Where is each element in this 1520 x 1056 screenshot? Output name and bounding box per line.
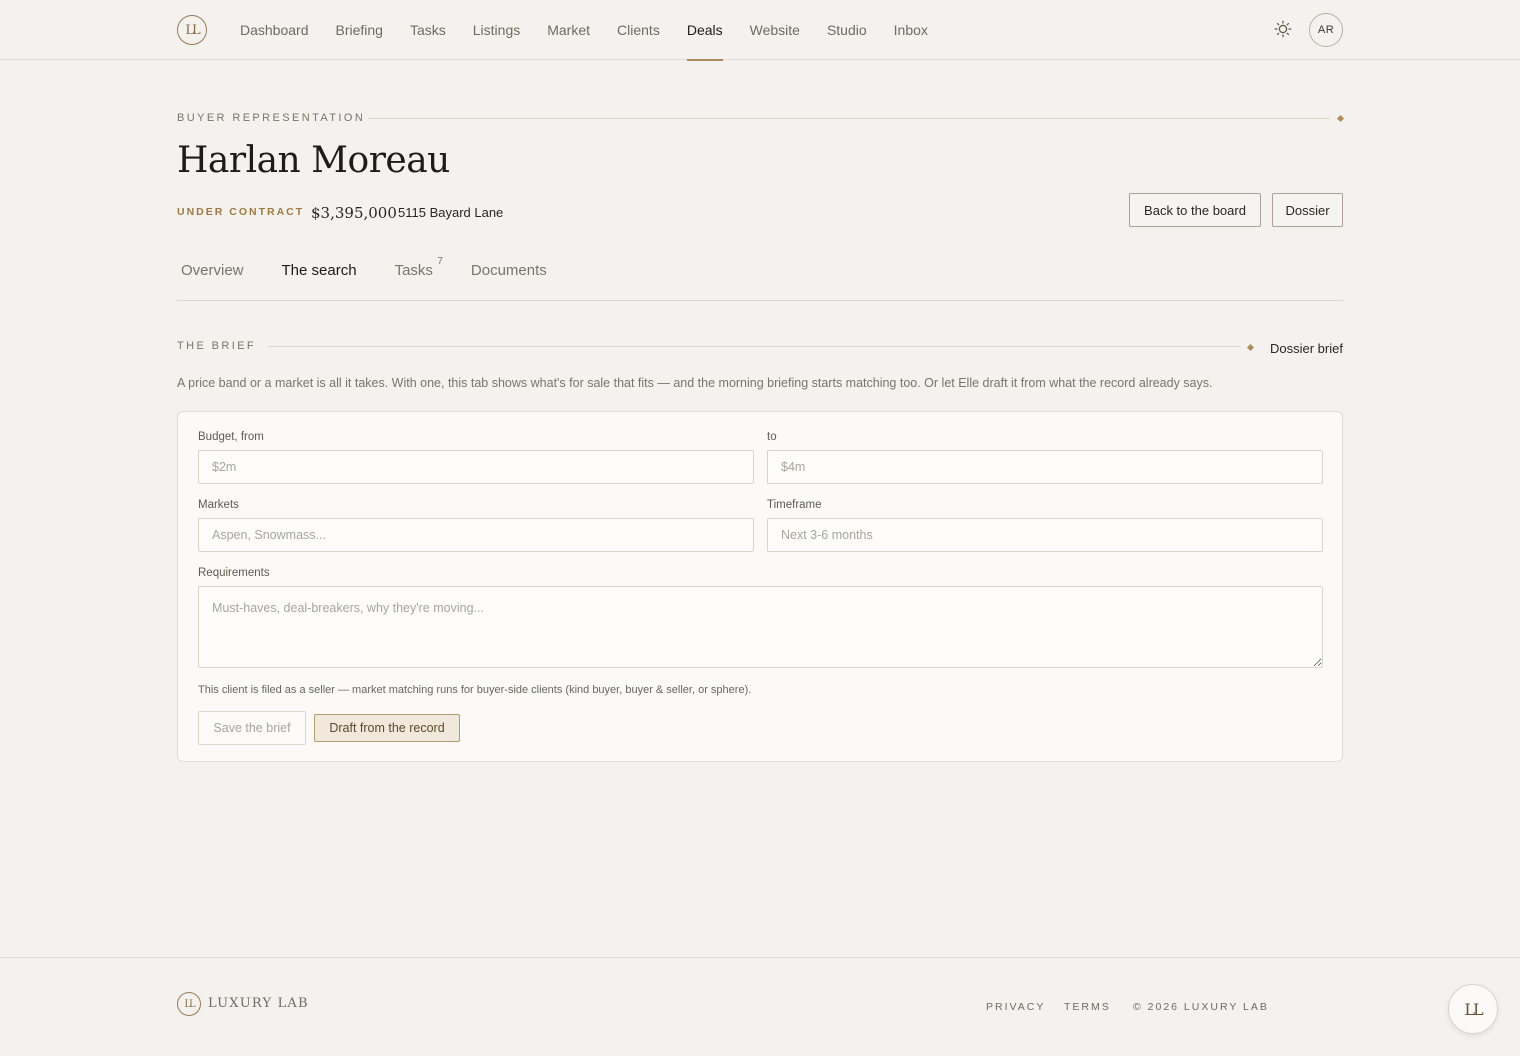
timeframe-input[interactable] [767, 518, 1323, 552]
budget-from-input[interactable] [198, 450, 754, 484]
tab-tasks[interactable]: Tasks 7 [394, 256, 443, 300]
markets-input[interactable] [198, 518, 754, 552]
eyebrow-divider [368, 118, 1330, 119]
dossier-button[interactable]: Dossier [1272, 193, 1343, 227]
nav-item-market[interactable]: Market [547, 0, 590, 60]
draft-from-record-button[interactable]: Draft from the record [314, 714, 460, 742]
diamond-ornament-icon [1246, 343, 1255, 352]
assistant-launcher-button[interactable]: LL [1448, 984, 1498, 1034]
tab-label: Overview [181, 262, 244, 279]
tab-label: Tasks [394, 262, 433, 279]
save-brief-button[interactable]: Save the brief [198, 711, 306, 745]
nav-item-listings[interactable]: Listings [473, 0, 520, 60]
page-title: Harlan Moreau [177, 140, 450, 181]
tab-label: Documents [470, 262, 547, 279]
nav-item-tasks[interactable]: Tasks [410, 0, 446, 60]
site-footer: LL LUXURY LAB PRIVACY TERMS © 2026 LUXUR… [0, 957, 1520, 1056]
main-nav: Dashboard Briefing Tasks Listings Market… [240, 0, 955, 61]
nav-item-briefing[interactable]: Briefing [336, 0, 383, 60]
user-avatar[interactable]: AR [1309, 13, 1343, 47]
top-navigation-bar: LL Dashboard Briefing Tasks Listings Mar… [0, 0, 1520, 61]
section-eyebrow: THE BRIEF [177, 340, 257, 352]
brand-logo-icon[interactable]: LL [177, 15, 207, 45]
section-divider [268, 346, 1240, 347]
back-to-board-button[interactable]: Back to the board [1129, 193, 1261, 227]
deal-tabs: Overview The search Tasks 7 Documents [181, 256, 585, 300]
brief-form-card: Budget, from to Markets Timeframe Requir… [177, 411, 1343, 762]
deal-address: 5115 Bayard Lane [398, 205, 504, 220]
page-eyebrow: BUYER REPRESENTATION [177, 112, 366, 124]
status-badge: UNDER CONTRACT [177, 206, 305, 218]
tab-the-search[interactable]: The search [282, 262, 357, 300]
tab-documents[interactable]: Documents [471, 262, 547, 300]
terms-link[interactable]: TERMS [1064, 1001, 1111, 1013]
requirements-textarea[interactable] [198, 586, 1323, 668]
sun-icon[interactable] [1274, 20, 1292, 38]
footer-brand-name: LUXURY LAB [208, 996, 309, 1011]
budget-to-label: to [767, 431, 777, 443]
diamond-ornament-icon [1336, 114, 1345, 123]
privacy-link[interactable]: PRIVACY [986, 1001, 1045, 1013]
nav-item-website[interactable]: Website [750, 0, 800, 60]
budget-to-input[interactable] [767, 450, 1323, 484]
brief-intro-text: A price band or a market is all it takes… [177, 376, 1213, 390]
nav-item-inbox[interactable]: Inbox [894, 0, 928, 60]
timeframe-label: Timeframe [767, 499, 822, 511]
markets-label: Markets [198, 499, 239, 511]
nav-item-clients[interactable]: Clients [617, 0, 660, 60]
nav-item-dashboard[interactable]: Dashboard [240, 0, 309, 60]
budget-from-label: Budget, from [198, 431, 264, 443]
nav-item-studio[interactable]: Studio [827, 0, 867, 60]
buyer-matching-note: This client is filed as a seller — marke… [198, 684, 752, 696]
tab-label: The search [281, 262, 357, 279]
copyright-text: © 2026 LUXURY LAB [1133, 1001, 1269, 1013]
nav-item-deals[interactable]: Deals [686, 0, 723, 61]
tasks-count-badge: 7 [437, 256, 443, 267]
dossier-brief-link[interactable]: Dossier brief [1270, 341, 1343, 356]
tab-overview[interactable]: Overview [181, 262, 244, 300]
tabs-divider [177, 300, 1343, 301]
deal-price: $3,395,000 [311, 204, 397, 222]
requirements-label: Requirements [198, 567, 270, 579]
footer-logo-icon: LL [177, 992, 201, 1016]
